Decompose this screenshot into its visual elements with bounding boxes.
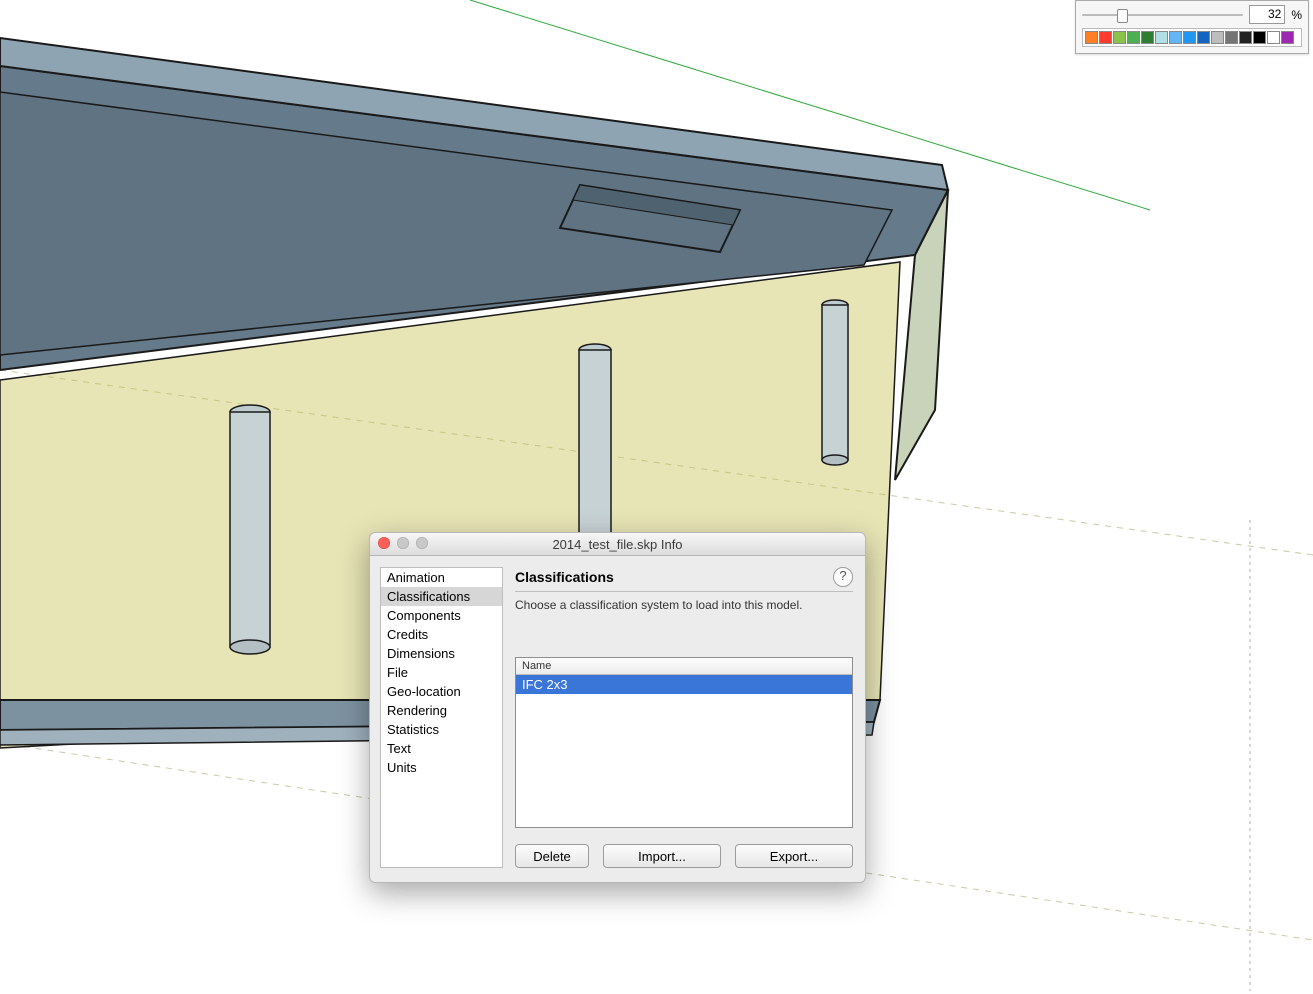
sidebar-item-text[interactable]: Text: [381, 739, 502, 758]
export-button[interactable]: Export...: [735, 844, 853, 868]
color-swatch[interactable]: [1127, 31, 1140, 44]
zoom-icon[interactable]: [416, 537, 428, 549]
color-swatch[interactable]: [1169, 31, 1182, 44]
sidebar-item-units[interactable]: Units: [381, 758, 502, 777]
panel-title: Classifications: [515, 569, 833, 585]
color-swatch[interactable]: [1155, 31, 1168, 44]
color-swatches[interactable]: [1082, 28, 1302, 47]
color-swatch[interactable]: [1099, 31, 1112, 44]
percent-label: %: [1291, 8, 1302, 22]
list-header: Name: [516, 658, 852, 675]
color-swatch[interactable]: [1225, 31, 1238, 44]
sidebar-item-file[interactable]: File: [381, 663, 502, 682]
slider-thumb[interactable]: [1117, 9, 1128, 23]
opacity-slider[interactable]: [1082, 8, 1243, 22]
sidebar-item-geo-location[interactable]: Geo-location: [381, 682, 502, 701]
sidebar-item-dimensions[interactable]: Dimensions: [381, 644, 502, 663]
sidebar-item-components[interactable]: Components: [381, 606, 502, 625]
color-swatch[interactable]: [1211, 31, 1224, 44]
sidebar-item-rendering[interactable]: Rendering: [381, 701, 502, 720]
color-swatch[interactable]: [1197, 31, 1210, 44]
color-swatch[interactable]: [1239, 31, 1252, 44]
dialog-titlebar[interactable]: 2014_test_file.skp Info: [370, 533, 865, 556]
import-button[interactable]: Import...: [603, 844, 721, 868]
sidebar-item-statistics[interactable]: Statistics: [381, 720, 502, 739]
help-icon[interactable]: ?: [833, 567, 853, 587]
category-sidebar[interactable]: AnimationClassificationsComponentsCredit…: [380, 567, 503, 868]
opacity-palette[interactable]: 32 %: [1075, 0, 1309, 54]
list-item[interactable]: IFC 2x3: [516, 675, 852, 694]
color-swatch[interactable]: [1113, 31, 1126, 44]
delete-button[interactable]: Delete: [515, 844, 589, 868]
sidebar-item-classifications[interactable]: Classifications: [381, 587, 502, 606]
color-swatch[interactable]: [1281, 31, 1294, 44]
close-icon[interactable]: [378, 537, 390, 549]
color-swatch[interactable]: [1085, 31, 1098, 44]
color-swatch[interactable]: [1253, 31, 1266, 44]
dialog-title: 2014_test_file.skp Info: [370, 537, 865, 552]
color-swatch[interactable]: [1267, 31, 1280, 44]
panel-hint: Choose a classification system to load i…: [515, 598, 853, 612]
divider: [515, 591, 853, 592]
color-swatch[interactable]: [1141, 31, 1154, 44]
classification-list[interactable]: Name IFC 2x3: [515, 657, 853, 828]
model-info-dialog: 2014_test_file.skp Info AnimationClassif…: [369, 532, 866, 883]
sidebar-item-animation[interactable]: Animation: [381, 568, 502, 587]
opacity-value[interactable]: 32: [1249, 5, 1285, 24]
sidebar-item-credits[interactable]: Credits: [381, 625, 502, 644]
minimize-icon[interactable]: [397, 537, 409, 549]
color-swatch[interactable]: [1183, 31, 1196, 44]
